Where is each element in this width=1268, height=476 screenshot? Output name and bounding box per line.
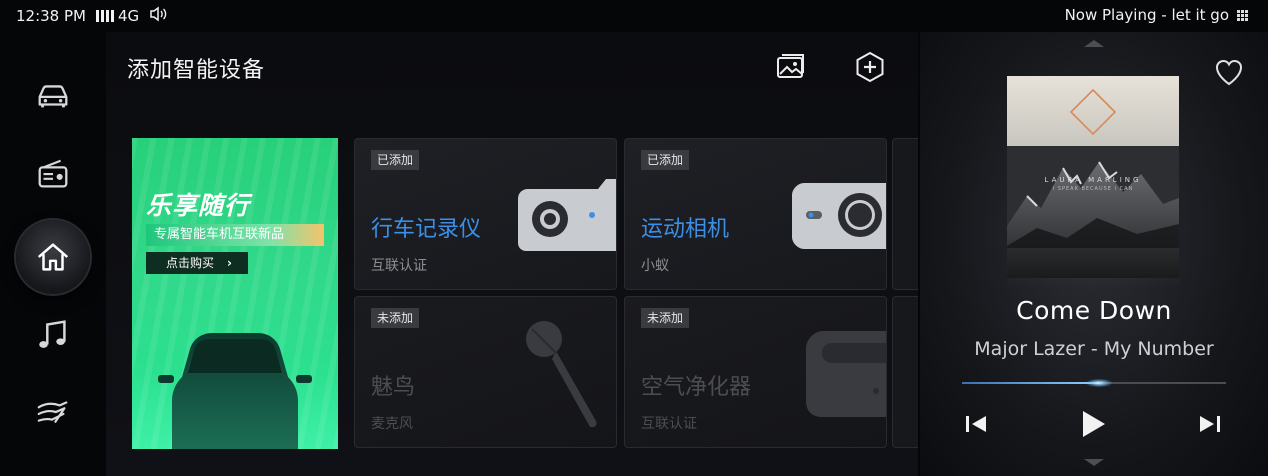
grid-dots-icon <box>1237 9 1248 21</box>
next-button[interactable] <box>1192 406 1228 442</box>
skip-next-icon <box>1200 416 1220 432</box>
music-note-icon <box>39 320 66 348</box>
progress-handle[interactable] <box>1086 379 1113 387</box>
device-card-microphone[interactable]: 未添加 魅鸟 麦克风 <box>354 296 617 448</box>
nav-radio[interactable] <box>16 138 90 212</box>
add-device-button[interactable] <box>853 50 887 84</box>
volume-icon <box>149 6 167 26</box>
song-title: Come Down <box>1016 296 1172 325</box>
banner-subtitle: 专属智能车机互联新品 <box>146 224 324 246</box>
status-badge: 未添加 <box>371 308 420 328</box>
device-card-action-camera[interactable]: 已添加 运动相机 小蚁 <box>624 138 887 290</box>
device-subtitle: 互联认证 <box>371 258 427 274</box>
now-playing-text: Now Playing - let it go <box>1064 6 1229 24</box>
buy-button-label: 点击购买 <box>166 256 215 270</box>
air-flow-icon <box>37 401 68 424</box>
radio-icon <box>38 159 68 188</box>
clock: 12:38 PM <box>16 7 86 25</box>
now-playing-indicator[interactable]: Now Playing - let it go <box>1065 6 1248 24</box>
add-hexagon-icon <box>856 51 884 83</box>
image-gallery-icon <box>777 54 804 78</box>
signal-icon <box>95 10 114 22</box>
status-badge: 已添加 <box>641 150 690 170</box>
previous-button[interactable] <box>958 406 994 442</box>
device-subtitle: 互联认证 <box>641 416 697 432</box>
page-title: 添加智能设备 <box>127 58 266 83</box>
chevron-up-icon[interactable] <box>1082 38 1106 48</box>
album-reflection <box>1007 248 1179 288</box>
album-artist-text: LAURA MARLING <box>1044 176 1142 184</box>
album-subtitle-text: I SPEAK BECAUSE I CAN <box>1052 186 1134 192</box>
progress-bar[interactable] <box>962 379 1226 387</box>
play-button[interactable] <box>1075 406 1111 442</box>
nav-home[interactable] <box>16 220 90 294</box>
device-card-dashcam[interactable]: 已添加 行车记录仪 互联认证 <box>354 138 617 290</box>
status-left: 12:38 PM 4G <box>16 6 167 26</box>
status-bar: 12:38 PM 4G Now Playing - let it go <box>0 0 1268 32</box>
device-name: 运动相机 <box>641 217 730 242</box>
next-card-peek[interactable] <box>892 138 918 290</box>
next-card-peek[interactable] <box>892 296 918 448</box>
status-badge: 已添加 <box>371 150 420 170</box>
banner-title: 乐享随行 <box>146 191 251 220</box>
microphone-icon <box>526 321 597 427</box>
chevron-down-icon[interactable] <box>1082 458 1106 468</box>
song-artist: Major Lazer - My Number <box>974 338 1214 360</box>
skip-previous-icon <box>966 416 986 432</box>
nav-car[interactable] <box>16 58 90 132</box>
progress-fill <box>962 382 1100 384</box>
network-type: 4G <box>117 7 140 25</box>
device-subtitle: 小蚁 <box>641 258 669 274</box>
device-name: 行车记录仪 <box>371 217 482 242</box>
home-icon <box>37 243 69 271</box>
nav-climate[interactable] <box>16 376 90 450</box>
car-silhouette-image <box>158 333 312 449</box>
chevron-right-icon: › <box>227 256 232 270</box>
device-subtitle: 麦克风 <box>371 416 413 432</box>
main-content: 添加智能设备 乐享随行 专属智能车机互联新品 点击购买 › 已添加 行车记录仪 … <box>106 32 918 476</box>
buy-button[interactable]: 点击购买 › <box>146 252 248 274</box>
device-name: 魅鸟 <box>371 375 416 400</box>
media-player: LAURA MARLING I SPEAK BECAUSE I CAN Come… <box>920 32 1268 476</box>
dashcam-icon <box>518 179 616 251</box>
device-card-air-purifier[interactable]: 未添加 空气净化器 互联认证 <box>624 296 887 448</box>
status-badge: 未添加 <box>641 308 690 328</box>
device-name: 空气净化器 <box>641 375 752 400</box>
promo-banner[interactable]: 乐享随行 专属智能车机互联新品 点击购买 › <box>132 138 338 449</box>
action-camera-icon <box>792 183 886 249</box>
nav-music[interactable] <box>16 298 90 372</box>
heart-icon[interactable] <box>1214 58 1244 86</box>
side-nav <box>0 32 106 476</box>
car-icon <box>38 85 68 108</box>
gallery-button[interactable] <box>774 50 808 84</box>
air-purifier-icon <box>806 331 886 417</box>
play-icon <box>1083 411 1105 437</box>
